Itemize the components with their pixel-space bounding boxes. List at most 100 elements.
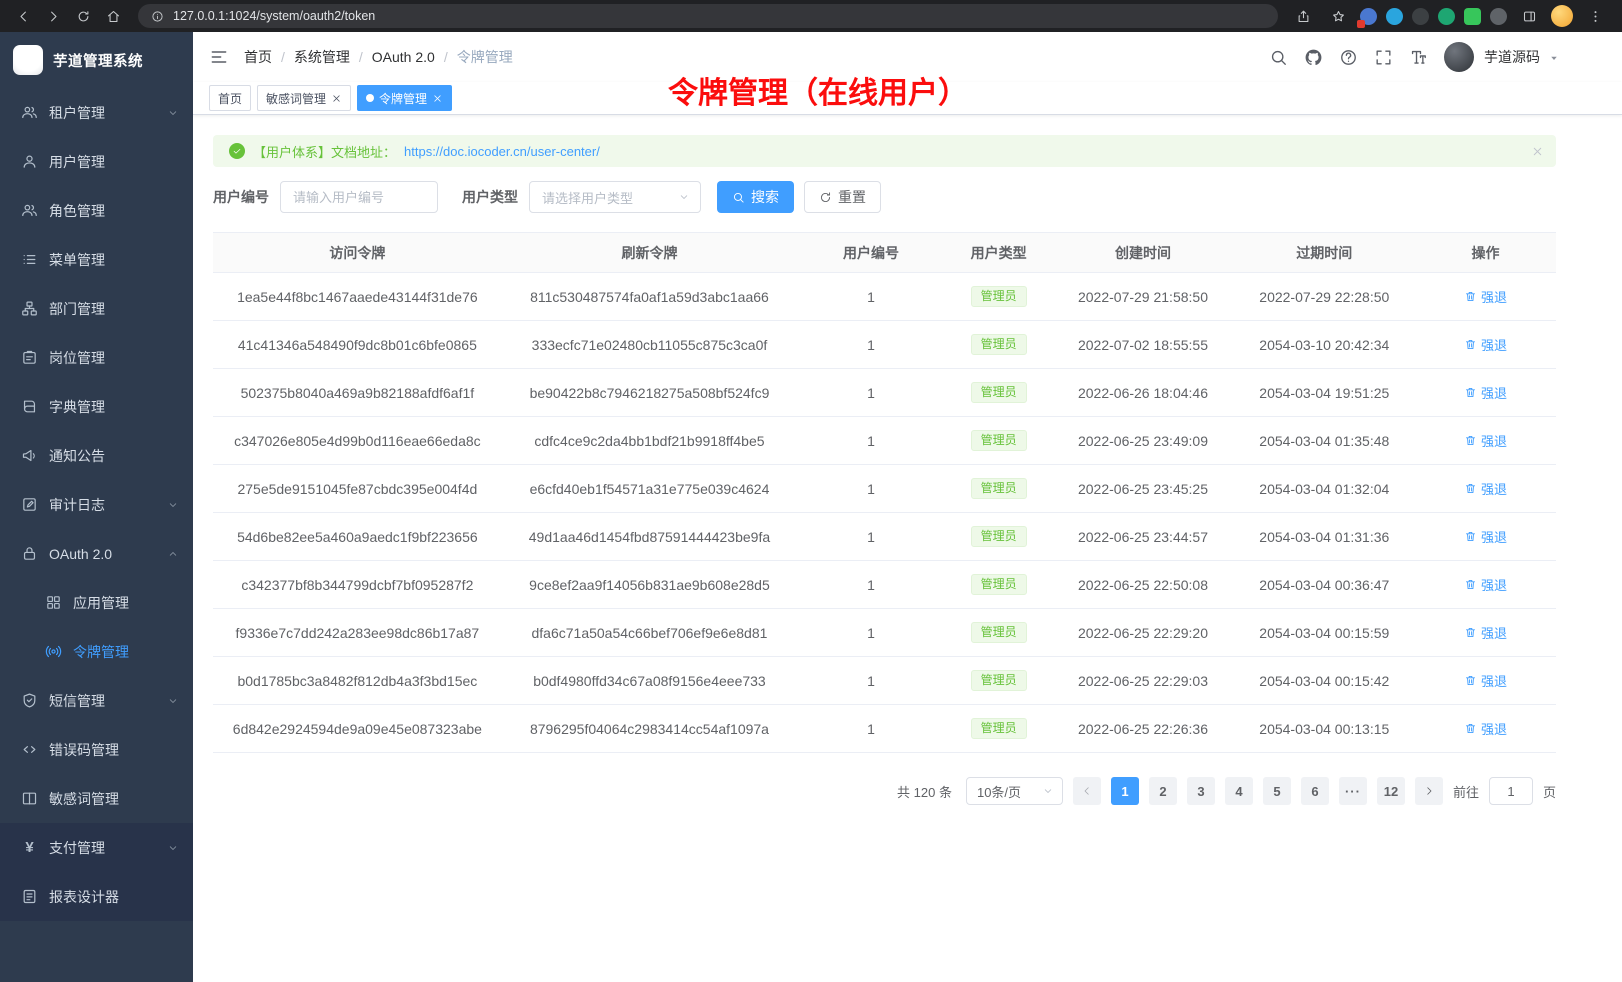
cell-user-id: 1 [797, 705, 945, 753]
book-icon [21, 398, 38, 415]
github-icon[interactable] [1304, 48, 1323, 67]
doc-link[interactable]: https://doc.iocoder.cn/user-center/ [404, 144, 600, 159]
pagination-next-button[interactable] [1415, 777, 1443, 805]
sidebar-item-sms[interactable]: 短信管理 [0, 676, 193, 725]
extensions-puzzle-icon[interactable] [1464, 8, 1481, 25]
sidebar-item-menu[interactable]: 菜单管理 [0, 235, 193, 284]
sidebar-item-audit-log[interactable]: 审计日志 [0, 480, 193, 529]
sidebar-item-dept[interactable]: 部门管理 [0, 284, 193, 333]
force-logout-button[interactable]: 强退 [1464, 383, 1507, 402]
pagination-page-2-button[interactable]: 2 [1149, 777, 1177, 805]
breadcrumb-item[interactable]: OAuth 2.0 [372, 49, 435, 65]
caret-down-icon[interactable] [1548, 51, 1560, 63]
cell-user-type: 管理员 [945, 561, 1052, 609]
extension-icon[interactable] [1490, 8, 1507, 25]
help-icon[interactable] [1339, 48, 1358, 67]
app-window: 芋道管理系统 租户管理用户管理角色管理菜单管理部门管理岗位管理字典管理通知公告审… [0, 32, 1622, 982]
browser-reload-icon[interactable] [70, 3, 96, 29]
tab-close-icon[interactable] [432, 93, 443, 104]
tab-sensitive-word[interactable]: 敏感词管理 [257, 85, 351, 111]
search-button[interactable]: 搜索 [717, 181, 794, 213]
sidebar-item-notice[interactable]: 通知公告 [0, 431, 193, 480]
force-logout-button[interactable]: 强退 [1464, 431, 1507, 450]
reset-button[interactable]: 重置 [804, 181, 881, 213]
force-logout-button[interactable]: 强退 [1464, 335, 1507, 354]
sidebar-item-label: 应用管理 [73, 593, 129, 613]
search-icon[interactable] [1269, 48, 1288, 67]
sidebar-item-error-code[interactable]: 错误码管理 [0, 725, 193, 774]
sidebar-item-post[interactable]: 岗位管理 [0, 333, 193, 382]
grid-icon [45, 594, 62, 611]
bookmark-star-icon[interactable] [1325, 3, 1351, 29]
pagination-page-4-button[interactable]: 4 [1225, 777, 1253, 805]
sidebar-item-dict[interactable]: 字典管理 [0, 382, 193, 431]
extension-icon[interactable] [1412, 8, 1429, 25]
force-logout-button[interactable]: 强退 [1464, 671, 1507, 690]
share-icon[interactable] [1290, 3, 1316, 29]
sidebar-item-role[interactable]: 角色管理 [0, 186, 193, 235]
table-row: 6d842e2924594de9a09e45e087323abe8796295f… [213, 705, 1556, 753]
success-check-icon [229, 143, 245, 159]
pagination-more-button[interactable]: ··· [1339, 777, 1367, 805]
pagination-prev-button[interactable] [1073, 777, 1101, 805]
user-type-select[interactable]: 请选择用户类型 [529, 181, 701, 213]
breadcrumb-item[interactable]: 系统管理 [294, 47, 350, 67]
chevron-right-icon [1423, 785, 1435, 797]
pagination-page-1-button[interactable]: 1 [1111, 777, 1139, 805]
user-name[interactable]: 芋道源码 [1484, 47, 1540, 67]
force-logout-button[interactable]: 强退 [1464, 719, 1507, 738]
sidebar-item-pay[interactable]: ¥支付管理 [0, 823, 193, 872]
browser-forward-icon[interactable] [40, 3, 66, 29]
pagination-page-6-button[interactable]: 6 [1301, 777, 1329, 805]
site-info-icon[interactable] [148, 7, 166, 25]
cell-refresh-token: cdfc4ce9c2da4bb1bdf21b9918ff4be5 [502, 417, 797, 465]
table-row: 1ea5e44f8bc1467aaede43144f31de76811c5304… [213, 273, 1556, 321]
sidebar-item-sensitive-word[interactable]: 敏感词管理 [0, 774, 193, 823]
extension-icon[interactable] [1438, 8, 1455, 25]
fullscreen-icon[interactable] [1374, 48, 1393, 67]
pagination-page-3-button[interactable]: 3 [1187, 777, 1215, 805]
browser-back-icon[interactable] [10, 3, 36, 29]
pagination-page-12-button[interactable]: 12 [1377, 777, 1405, 805]
cell-actions: 强退 [1415, 657, 1556, 705]
browser-menu-icon[interactable] [1582, 3, 1608, 29]
alert-close-icon[interactable] [1531, 145, 1544, 158]
browser-home-icon[interactable] [100, 3, 126, 29]
sidebar-menu: 租户管理用户管理角色管理菜单管理部门管理岗位管理字典管理通知公告审计日志OAut… [0, 88, 193, 982]
browser-profile-avatar[interactable] [1551, 5, 1573, 27]
tab-home[interactable]: 首页 [209, 85, 251, 111]
font-size-icon[interactable] [1409, 48, 1428, 67]
cell-actions: 强退 [1415, 465, 1556, 513]
code-icon [21, 741, 38, 758]
user-type-tag: 管理员 [971, 670, 1027, 691]
sidebar-item-oauth2-token[interactable]: 令牌管理 [0, 627, 193, 676]
page-size-select[interactable]: 10条/页 [966, 777, 1063, 805]
sidebar-item-user[interactable]: 用户管理 [0, 137, 193, 186]
page-content: 【用户体系】文档地址： https://doc.iocoder.cn/user-… [193, 115, 1622, 982]
extension-icon[interactable] [1360, 8, 1377, 25]
force-logout-button[interactable]: 强退 [1464, 479, 1507, 498]
app-logo[interactable]: 芋道管理系统 [0, 32, 193, 88]
side-panel-icon[interactable] [1516, 3, 1542, 29]
tab-oauth2-token[interactable]: 令牌管理 [357, 85, 452, 111]
sidebar-item-oauth2-application[interactable]: 应用管理 [0, 578, 193, 627]
tab-close-icon[interactable] [331, 93, 342, 104]
sidebar-item-tenant[interactable]: 租户管理 [0, 88, 193, 137]
trash-icon [1464, 722, 1477, 735]
force-logout-button[interactable]: 强退 [1464, 287, 1507, 306]
user-type-tag: 管理员 [971, 478, 1027, 499]
extension-icon[interactable] [1386, 8, 1403, 25]
pagination-page-5-button[interactable]: 5 [1263, 777, 1291, 805]
browser-address-bar[interactable]: 127.0.0.1:1024/system/oauth2/token [138, 4, 1278, 28]
sidebar-item-oauth2[interactable]: OAuth 2.0 [0, 529, 193, 578]
force-logout-button[interactable]: 强退 [1464, 575, 1507, 594]
force-logout-button[interactable]: 强退 [1464, 527, 1507, 546]
force-logout-button[interactable]: 强退 [1464, 623, 1507, 642]
user-id-input[interactable] [280, 181, 438, 213]
column-header: 访问令牌 [213, 233, 502, 273]
sidebar-item-report-designer[interactable]: 报表设计器 [0, 872, 193, 921]
breadcrumb-item[interactable]: 首页 [244, 47, 272, 67]
sidebar-collapse-icon[interactable] [209, 47, 229, 67]
user-avatar[interactable] [1444, 42, 1474, 72]
goto-page-input[interactable] [1489, 777, 1533, 805]
